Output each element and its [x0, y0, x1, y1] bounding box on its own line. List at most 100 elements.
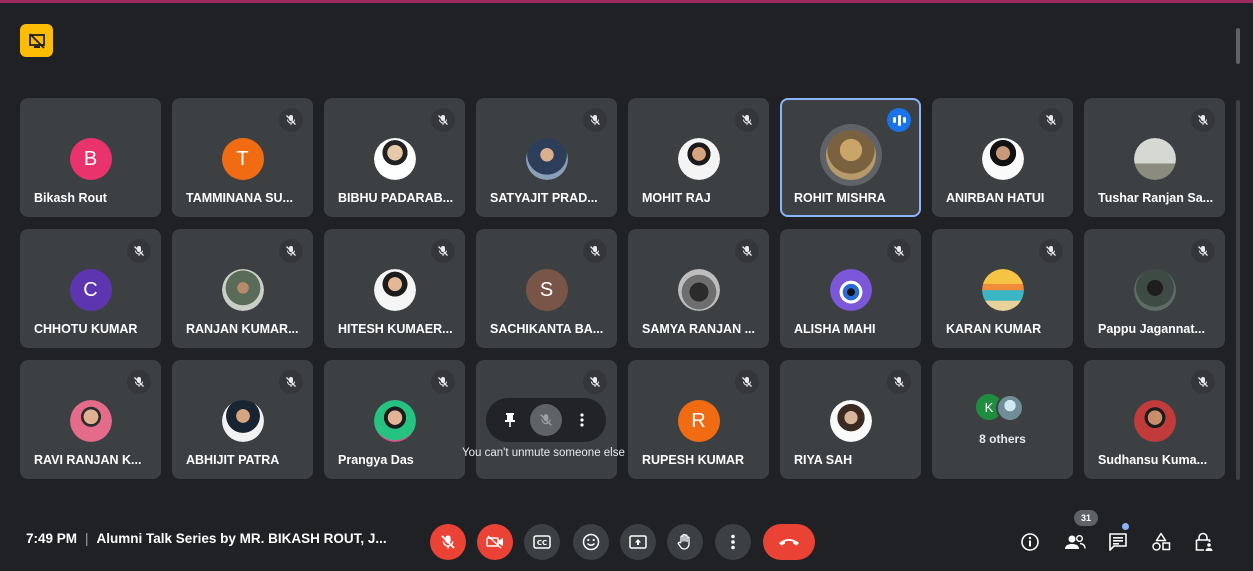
mic-off-icon — [127, 370, 151, 394]
participant-name: TAMMINANA SU... — [186, 191, 293, 205]
avatar — [829, 400, 872, 442]
mute-participant-button[interactable] — [530, 404, 562, 436]
participant-tile[interactable]: HITESH KUMAER... — [324, 229, 465, 348]
mic-off-icon — [887, 239, 911, 263]
avatar: T — [221, 138, 264, 180]
mic-off-icon — [431, 239, 455, 263]
host-controls-button[interactable] — [1190, 528, 1218, 556]
participant-tile[interactable]: RIYA SAH — [780, 360, 921, 479]
avatar: S — [525, 269, 568, 311]
participant-tile[interactable]: MOHIT RAJ — [628, 98, 769, 217]
activities-button[interactable] — [1147, 528, 1175, 556]
hand-icon — [677, 533, 690, 550]
chat-button[interactable] — [1104, 528, 1132, 556]
mic-toggle-button[interactable] — [430, 524, 466, 560]
avatar — [1133, 138, 1176, 180]
mic-off-icon — [279, 108, 303, 132]
svg-text:CC: CC — [537, 539, 547, 547]
avatar — [1133, 269, 1176, 311]
scrollbar[interactable] — [1236, 100, 1240, 480]
participant-tile[interactable]: R RUPESH KUMAR — [628, 360, 769, 479]
meeting-title: Alumni Talk Series by MR. BIKASH ROUT, J… — [96, 531, 387, 546]
mic-off-icon — [127, 239, 151, 263]
audio-level-icon — [887, 108, 911, 132]
participant-tile[interactable]: Sudhansu Kuma... — [1084, 360, 1225, 479]
others-tile[interactable]: K 8 others — [932, 360, 1073, 479]
chat-notification-dot — [1122, 523, 1129, 530]
participant-name: ABHIJIT PATRA — [186, 453, 280, 467]
pin-icon — [505, 413, 515, 427]
chat-icon — [1109, 533, 1127, 551]
raise-hand-button[interactable] — [667, 524, 703, 560]
mic-off-icon — [1191, 239, 1215, 263]
participant-tile[interactable]: Tushar Ranjan Sa... — [1084, 98, 1225, 217]
people-icon — [1065, 535, 1086, 549]
participant-tile[interactable]: ANIRBAN HATUI — [932, 98, 1073, 217]
mic-off-icon — [887, 370, 911, 394]
participant-count-badge: 31 — [1074, 510, 1098, 526]
participant-name: CHHOTU KUMAR — [34, 322, 138, 336]
more-options-button[interactable] — [715, 524, 751, 560]
participant-name: ALISHA MAHI — [794, 322, 876, 336]
lock-person-icon — [1195, 532, 1213, 551]
avatar — [981, 269, 1024, 311]
avatar: B — [69, 138, 112, 180]
participant-tile[interactable]: Prangya Das — [324, 360, 465, 479]
leave-call-button[interactable] — [763, 524, 815, 560]
participant-tile[interactable]: RANJAN KUMAR... — [172, 229, 313, 348]
avatar — [373, 400, 416, 442]
participant-tile[interactable]: C CHHOTU KUMAR — [20, 229, 161, 348]
others-avatar-stack: K — [976, 394, 1030, 422]
separator: | — [85, 531, 89, 546]
participant-tile[interactable]: ABHIJIT PATRA — [172, 360, 313, 479]
participant-tile[interactable]: T TAMMINANA SU... — [172, 98, 313, 217]
participant-tile-active-speaker[interactable]: ROHIT MISHRA — [780, 98, 921, 217]
reactions-button[interactable] — [573, 524, 609, 560]
tile-hover-controls — [486, 398, 606, 442]
mic-off-icon — [735, 239, 759, 263]
mic-off-icon — [540, 414, 552, 426]
bottom-toolbar: 7:49 PM | Alumni Talk Series by MR. BIKASH… — [0, 510, 1253, 571]
avatar — [677, 138, 720, 180]
scrollbar[interactable] — [1236, 28, 1240, 64]
participant-name: ANIRBAN HATUI — [946, 191, 1045, 205]
meeting-details[interactable]: 7:49 PM | Alumni Talk Series by MR. BIKASH… — [26, 531, 387, 546]
participant-tile[interactable]: SAMYA RANJAN ... — [628, 229, 769, 348]
participant-name: Tushar Ranjan Sa... — [1098, 191, 1214, 205]
avatar — [373, 269, 416, 311]
participant-tile[interactable]: SATYAJIT PRAD... — [476, 98, 617, 217]
participant-tile[interactable]: ALISHA MAHI — [780, 229, 921, 348]
meeting-details-button[interactable] — [1016, 528, 1044, 556]
avatar — [69, 400, 112, 442]
top-accent-line — [0, 0, 1253, 5]
mic-off-icon — [431, 370, 455, 394]
mic-off-icon — [583, 108, 607, 132]
participant-tile[interactable]: S SACHIKANTA BA... — [476, 229, 617, 348]
presentation-off-icon[interactable] — [20, 24, 53, 57]
participant-name: ROHIT MISHRA — [794, 191, 886, 205]
participant-name: SAMYA RANJAN ... — [642, 322, 755, 336]
participant-tile[interactable]: KARAN KUMAR — [932, 229, 1073, 348]
pin-button[interactable] — [494, 404, 526, 436]
avatar: R — [677, 400, 720, 442]
more-options-button[interactable] — [566, 404, 598, 436]
avatar — [221, 400, 264, 442]
participant-name: KARAN KUMAR — [946, 322, 1042, 336]
people-button[interactable] — [1061, 528, 1089, 556]
avatar — [1133, 400, 1176, 442]
avatar — [819, 124, 882, 186]
captions-button[interactable]: CC — [524, 524, 560, 560]
closed-caption-icon: CC — [533, 535, 551, 549]
participant-name: MOHIT RAJ — [642, 191, 711, 205]
participant-tile[interactable]: B Bikash Rout — [20, 98, 161, 217]
present-screen-button[interactable] — [620, 524, 656, 560]
mic-off-icon — [279, 370, 303, 394]
participant-name: SATYAJIT PRAD... — [490, 191, 598, 205]
avatar — [221, 269, 264, 311]
participant-tile[interactable]: Pappu Jagannat... — [1084, 229, 1225, 348]
camera-toggle-button[interactable] — [477, 524, 513, 560]
participant-name: BIBHU PADARAB... — [338, 191, 454, 205]
participant-tile[interactable]: BIBHU PADARAB... — [324, 98, 465, 217]
participant-tile[interactable]: RAVI RANJAN K... — [20, 360, 161, 479]
mic-off-icon — [279, 239, 303, 263]
